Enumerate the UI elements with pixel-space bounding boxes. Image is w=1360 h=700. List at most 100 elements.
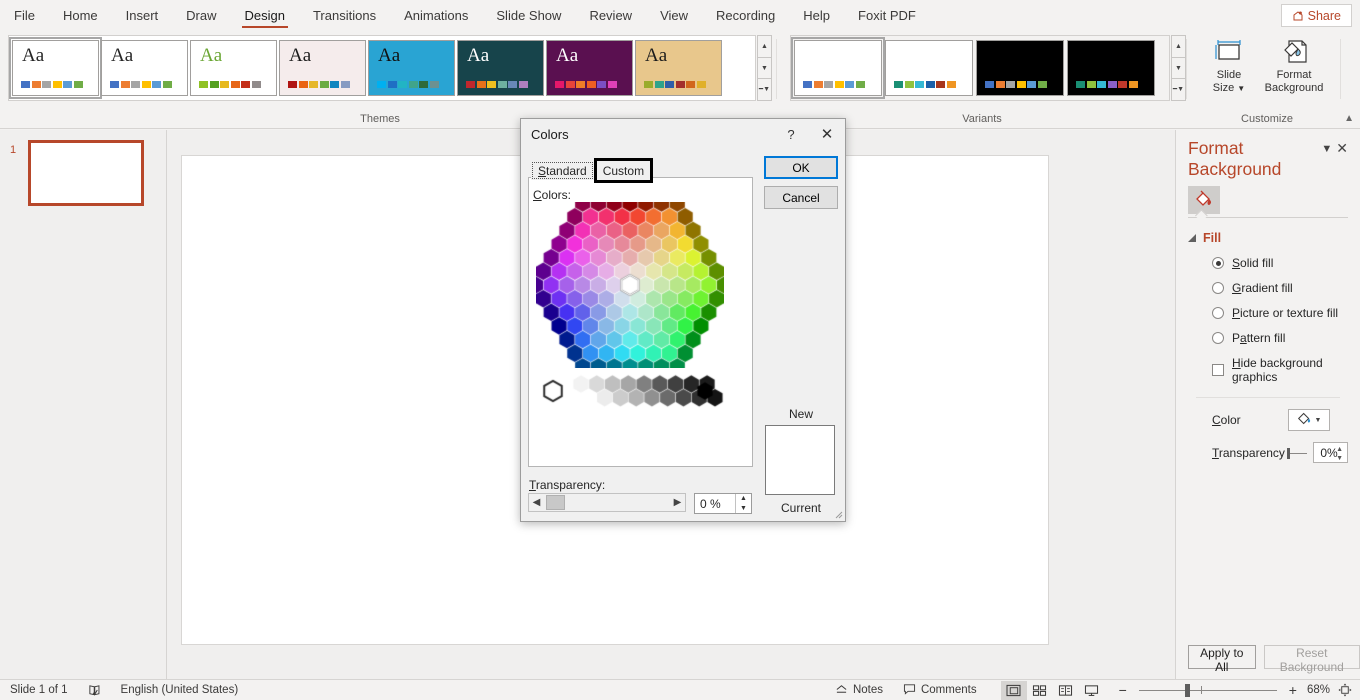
zoom-level-label[interactable]: 68% (1301, 684, 1336, 696)
question-mark-icon[interactable]: ? (773, 127, 809, 142)
transparency-scroll-thumb[interactable] (546, 495, 565, 510)
variants-scroll-down-button[interactable]: ▼ (1171, 57, 1186, 80)
close-icon[interactable]: ✕ (1336, 138, 1348, 157)
themes-scroll-up-button[interactable]: ▲ (757, 35, 772, 58)
ribbon-tab-draw[interactable]: Draw (172, 0, 230, 31)
fill-option-solid-fill[interactable]: Solid fill (1188, 256, 1348, 270)
fit-slide-button[interactable] (1336, 683, 1360, 697)
hide-background-graphics-checkbox[interactable] (1212, 364, 1224, 376)
ribbon-tab-slide-show[interactable]: Slide Show (482, 0, 575, 31)
variant-1[interactable] (791, 37, 885, 99)
chevron-left-icon[interactable]: ◀ (529, 497, 544, 508)
theme-ion-boardroom-theme[interactable]: Aa (368, 40, 455, 96)
ok-button[interactable]: OK (764, 156, 838, 179)
fill-section-header[interactable]: Fill (1188, 231, 1348, 245)
ribbon-tab-insert[interactable]: Insert (112, 0, 173, 31)
color-picker-button[interactable]: ▼ (1288, 409, 1330, 431)
comments-button[interactable]: Comments (893, 683, 987, 698)
fill-tab-button[interactable] (1188, 186, 1220, 214)
theme-berlin-theme[interactable]: Aa (546, 40, 633, 96)
theme-wisp-theme[interactable]: Aa (457, 40, 544, 96)
transparency-spinner[interactable]: 0% ▲ ▼ (1313, 442, 1348, 463)
theme-badge-theme[interactable]: Aa (279, 40, 366, 96)
variants-gallery-scroll[interactable]: ▲ ▼ ━▼ (1171, 35, 1186, 102)
color-wheel[interactable] (536, 202, 724, 368)
slide-size-button[interactable]: Slide Size ▼ (1198, 35, 1260, 103)
dialog-tabstrip[interactable]: Standard Custom (531, 158, 654, 183)
ribbon-tab-foxit-pdf[interactable]: Foxit PDF (844, 0, 930, 31)
fill-option-gradient-fill[interactable]: Gradient fill (1188, 281, 1348, 295)
ribbon-tab-file[interactable]: File (0, 0, 49, 31)
theme-office-theme-2[interactable]: Aa (101, 40, 188, 96)
chevron-down-icon[interactable]: ▼ (1317, 138, 1336, 155)
slide-counter[interactable]: Slide 1 of 1 (0, 684, 78, 696)
notes-button[interactable]: Notes (825, 683, 893, 698)
variant-3[interactable] (976, 40, 1064, 96)
notes-label: Notes (852, 684, 883, 696)
radio-button[interactable] (1212, 307, 1224, 319)
slide-thumbnail-1[interactable]: 1 (10, 140, 144, 206)
spellcheck-icon[interactable] (78, 684, 111, 697)
slide-thumbnail-image[interactable] (28, 140, 144, 206)
zoom-out-button[interactable]: − (1115, 682, 1131, 698)
ribbon-tab-recording[interactable]: Recording (702, 0, 789, 31)
slideshow-button[interactable] (1079, 681, 1105, 700)
variants-scroll-up-button[interactable]: ▲ (1171, 35, 1186, 58)
spin-down-icon[interactable]: ▼ (1336, 455, 1343, 462)
theme-office-theme[interactable]: Aa (9, 37, 102, 99)
spin-up-icon[interactable]: ▲ (1336, 446, 1343, 453)
radio-button[interactable] (1212, 257, 1224, 269)
hide-background-graphics-row[interactable]: Hide background graphics (1188, 356, 1348, 384)
ribbon-tab-review[interactable]: Review (575, 0, 646, 31)
ribbon-tab-design[interactable]: Design (231, 0, 299, 31)
grayscale-strip[interactable] (535, 372, 725, 412)
ribbon-tab-home[interactable]: Home (49, 0, 112, 31)
transparency-slider-handle[interactable] (1286, 447, 1290, 459)
normal-view-button[interactable] (1000, 680, 1027, 700)
themes-more-button[interactable]: ━▼ (757, 79, 772, 102)
radio-button[interactable] (1212, 332, 1224, 344)
variants-gallery[interactable] (790, 35, 1170, 101)
ribbon-tab-animations[interactable]: Animations (390, 0, 482, 31)
themes-gallery[interactable]: Aa Aa Aa Aa Aa Aa Aa Aa (8, 35, 756, 101)
variant-4[interactable] (1067, 40, 1155, 96)
theme-facet-theme[interactable]: Aa (190, 40, 277, 96)
language-indicator[interactable]: English (United States) (111, 684, 249, 696)
ribbon-tab-view[interactable]: View (646, 0, 702, 31)
themes-scroll-down-button[interactable]: ▼ (757, 57, 772, 80)
reading-view-button[interactable] (1053, 681, 1079, 700)
chevron-down-icon[interactable]: ▼ (1315, 417, 1322, 424)
cancel-button[interactable]: Cancel (764, 186, 838, 209)
variants-more-button[interactable]: ━▼ (1171, 79, 1186, 102)
themes-gallery-scroll[interactable]: ▲ ▼ ━▼ (757, 35, 772, 102)
slide-thumbnail-pane[interactable]: 1 (0, 130, 167, 679)
zoom-slider-handle[interactable] (1184, 683, 1190, 697)
radio-button[interactable] (1212, 282, 1224, 294)
ribbon-tab-label: File (14, 8, 35, 23)
dialog-title-bar[interactable]: Colors ? ✕ (521, 119, 845, 149)
ribbon-tab-help[interactable]: Help (789, 0, 844, 31)
spin-up-icon[interactable]: ▲ (736, 494, 751, 504)
spin-down-icon[interactable]: ▼ (736, 504, 751, 514)
ribbon-tab-transitions[interactable]: Transitions (299, 0, 390, 31)
transparency-slider[interactable] (1285, 446, 1308, 460)
slide-sorter-button[interactable] (1027, 681, 1053, 700)
variant-2[interactable] (885, 40, 973, 96)
transparency-spin-arrows[interactable]: ▲ ▼ (1336, 444, 1343, 463)
collapse-ribbon-button[interactable]: ▲ (1344, 113, 1354, 124)
close-icon[interactable]: ✕ (809, 125, 845, 143)
fill-option-pattern-fill[interactable]: Pattern fill (1188, 331, 1348, 345)
dialog-transparency-spinner[interactable]: 0 % ▲ ▼ (694, 493, 752, 514)
dialog-transparency-scrollbar[interactable]: ◀ ▶ (528, 493, 686, 512)
format-background-button[interactable]: Format Background (1254, 35, 1334, 103)
tab-standard[interactable]: Standard (531, 161, 594, 180)
reset-background-button[interactable]: Reset Background (1263, 645, 1360, 674)
zoom-in-button[interactable]: + (1285, 682, 1301, 698)
tab-custom[interactable]: Custom (593, 158, 654, 183)
chevron-right-icon[interactable]: ▶ (670, 497, 685, 508)
share-button[interactable]: Share (1280, 4, 1352, 27)
theme-wood-type-theme[interactable]: Aa (635, 40, 722, 96)
zoom-slider[interactable] (1138, 681, 1277, 700)
fill-option-picture-or-texture-fill[interactable]: Picture or texture fill (1188, 306, 1348, 320)
apply-to-all-button[interactable]: Apply to All (1188, 645, 1256, 674)
